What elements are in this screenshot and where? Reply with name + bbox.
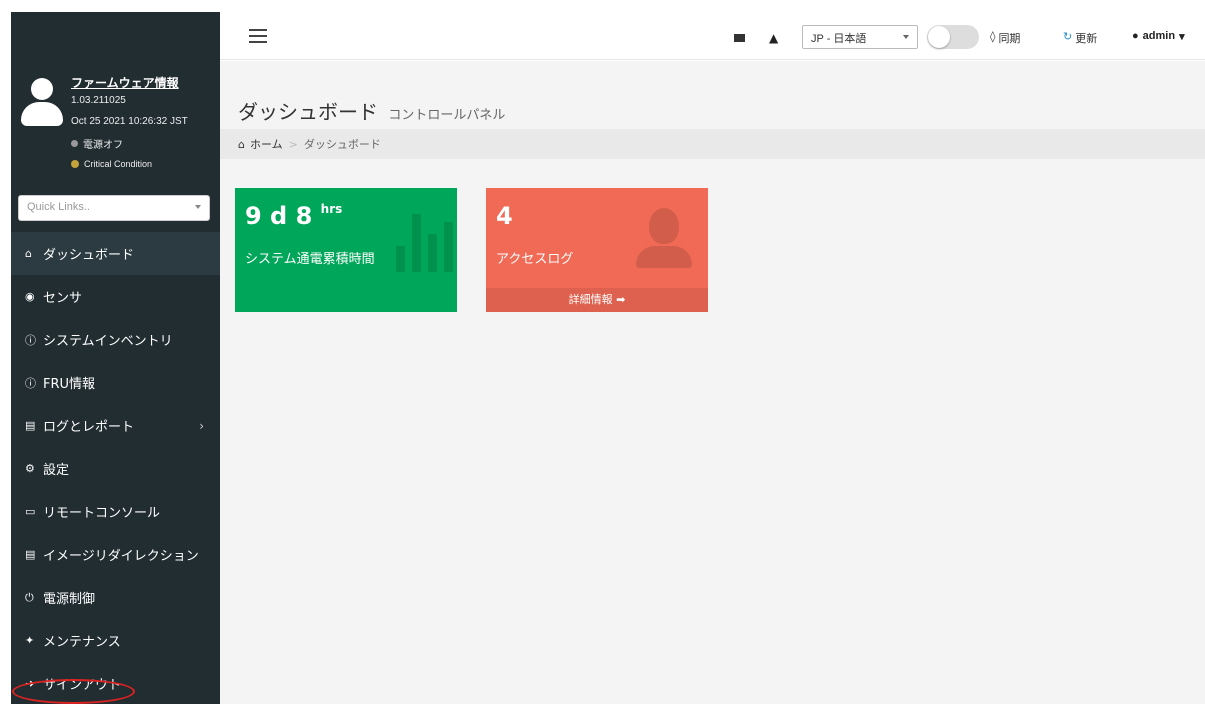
quick-links-select[interactable]: Quick Links.. bbox=[18, 195, 210, 221]
user-name: admin bbox=[1142, 30, 1176, 42]
dashboard-gauge-icon: ◉ bbox=[25, 290, 35, 303]
refresh-button[interactable]: ↻ 更新 bbox=[1063, 30, 1097, 46]
monitor-icon: ▭ bbox=[25, 505, 36, 518]
home-icon: ⌂ bbox=[238, 137, 245, 151]
sidebar-item-image-redirection[interactable]: ▤ イメージリダイレクション bbox=[11, 533, 220, 576]
condition-label: Critical Condition bbox=[84, 159, 153, 169]
firmware-datetime: Oct 25 2021 10:26:32 JST bbox=[71, 116, 188, 127]
wrench-icon: ✦ bbox=[25, 634, 35, 647]
more-info-label: 詳細情報 bbox=[568, 293, 613, 306]
top-header: ▲ JP - 日本語 ◊ 同期 ↻ 更新 ● admin ▾ bbox=[220, 12, 1205, 60]
uptime-number: 9 d 8 bbox=[245, 202, 313, 230]
refresh-icon: ↻ bbox=[1063, 30, 1073, 43]
sidebar-item-settings[interactable]: ⚙ 設定 bbox=[11, 447, 220, 490]
caret-down-icon: ▾ bbox=[1179, 31, 1185, 43]
firmware-info-link[interactable]: ファームウェア情報 bbox=[71, 74, 179, 91]
gear-icon: ⚙ bbox=[25, 462, 35, 475]
uptime-label: システム通電累積時間 bbox=[245, 252, 375, 267]
power-icon: ⏻ bbox=[25, 590, 34, 604]
firmware-version: 1.03.211025 bbox=[71, 95, 126, 106]
chevron-down-icon bbox=[903, 35, 909, 39]
sidebar-item-label: センサ bbox=[43, 291, 83, 306]
user-avatar-icon bbox=[21, 78, 63, 134]
breadcrumb-separator: > bbox=[288, 137, 298, 151]
power-status-dot-icon bbox=[71, 140, 78, 147]
language-value: JP - 日本語 bbox=[811, 33, 867, 45]
toggle-knob bbox=[928, 26, 950, 48]
access-log-count: 4 bbox=[496, 202, 513, 230]
envelope-icon[interactable] bbox=[734, 34, 745, 42]
uptime-unit: hrs bbox=[320, 202, 343, 216]
info-icon: ⓘ bbox=[25, 333, 36, 347]
sidebar-item-label: イメージリダイレクション bbox=[43, 549, 199, 564]
sidebar-item-label: 設定 bbox=[43, 463, 70, 478]
more-info-link[interactable]: 詳細情報 ➡ bbox=[486, 288, 708, 312]
refresh-label: 更新 bbox=[1075, 32, 1098, 45]
chevron-right-icon: › bbox=[199, 418, 204, 433]
power-status: 電源オフ bbox=[71, 136, 123, 151]
sidebar-menu: ⌂ ダッシュボード ◉ センサ ⓘ システムインベントリ ⓘ FRU情報 ▤ ロ… bbox=[11, 232, 220, 704]
sidebar-item-maintenance[interactable]: ✦ メンテナンス bbox=[11, 619, 220, 662]
warning-info-icon bbox=[71, 160, 79, 168]
menu-toggle-icon[interactable] bbox=[249, 29, 267, 43]
sidebar-item-remote-console[interactable]: ▭ リモートコンソール bbox=[11, 490, 220, 533]
sync-button[interactable]: ◊ 同期 bbox=[990, 30, 1020, 46]
page-subtitle: コントロールパネル bbox=[388, 108, 506, 123]
sidebar-item-dashboard[interactable]: ⌂ ダッシュボード bbox=[11, 232, 220, 275]
page-title: ダッシュボード コントロールパネル bbox=[238, 96, 505, 125]
uptime-card: 9 d 8 hrs システム通電累積時間 bbox=[235, 188, 457, 312]
power-status-label: 電源オフ bbox=[83, 140, 123, 151]
page-title-text: ダッシュボード bbox=[238, 100, 378, 124]
disk-icon: ▤ bbox=[25, 548, 36, 561]
info-icon: ⓘ bbox=[25, 376, 36, 390]
sidebar-item-label: リモートコンソール bbox=[43, 506, 161, 521]
access-log-label: アクセスログ bbox=[496, 252, 574, 267]
user-menu[interactable]: ● admin ▾ bbox=[1132, 30, 1185, 43]
sync-toggle[interactable] bbox=[927, 25, 979, 49]
language-select[interactable]: JP - 日本語 bbox=[802, 25, 918, 49]
breadcrumb: ⌂ ホーム > ダッシュボード bbox=[220, 129, 1205, 159]
sidebar-item-label: FRU情報 bbox=[43, 377, 96, 392]
sidebar-item-system-inventory[interactable]: ⓘ システムインベントリ bbox=[11, 318, 220, 361]
sidebar-item-label: ダッシュボード bbox=[43, 248, 135, 263]
uptime-value: 9 d 8 hrs bbox=[245, 202, 342, 230]
arrow-circle-right-icon: ➡ bbox=[616, 293, 626, 306]
bar-chart-icon: ▤ bbox=[25, 419, 36, 432]
sidebar-item-label: 電源制御 bbox=[43, 592, 96, 607]
breadcrumb-home-link[interactable]: ホーム bbox=[250, 136, 283, 152]
home-icon: ⌂ bbox=[25, 247, 32, 260]
sidebar-item-power-control[interactable]: ⏻ 電源制御 bbox=[11, 576, 220, 619]
sidebar-item-label: ログとレポート bbox=[43, 420, 135, 435]
main-content: ダッシュボード コントロールパネル ⌂ ホーム > ダッシュボード 9 d 8 … bbox=[220, 61, 1205, 704]
bar-chart-icon bbox=[396, 214, 453, 272]
sidebar-item-fru-info[interactable]: ⓘ FRU情報 bbox=[11, 361, 220, 404]
sidebar: ファームウェア情報 1.03.211025 Oct 25 2021 10:26:… bbox=[11, 12, 220, 704]
sync-icon: ◊ bbox=[990, 30, 996, 43]
chevron-down-icon bbox=[195, 205, 201, 209]
user-silhouette-icon bbox=[636, 208, 692, 278]
sync-label: 同期 bbox=[998, 32, 1021, 45]
access-log-card[interactable]: 4 アクセスログ 詳細情報 ➡ bbox=[486, 188, 708, 312]
profile-panel: ファームウェア情報 1.03.211025 Oct 25 2021 10:26:… bbox=[11, 12, 220, 184]
breadcrumb-current: ダッシュボード bbox=[303, 138, 381, 151]
sidebar-item-label: メンテナンス bbox=[43, 635, 121, 650]
condition-status: Critical Condition bbox=[71, 159, 152, 169]
sidebar-item-label: システムインベントリ bbox=[43, 334, 173, 349]
warning-icon[interactable]: ▲ bbox=[769, 31, 778, 45]
sign-out-highlight-ring bbox=[12, 679, 135, 704]
user-icon: ● bbox=[1132, 30, 1139, 42]
quick-links-placeholder: Quick Links.. bbox=[27, 201, 90, 213]
sidebar-item-logs-reports[interactable]: ▤ ログとレポート › bbox=[11, 404, 220, 447]
sidebar-item-sensor[interactable]: ◉ センサ bbox=[11, 275, 220, 318]
